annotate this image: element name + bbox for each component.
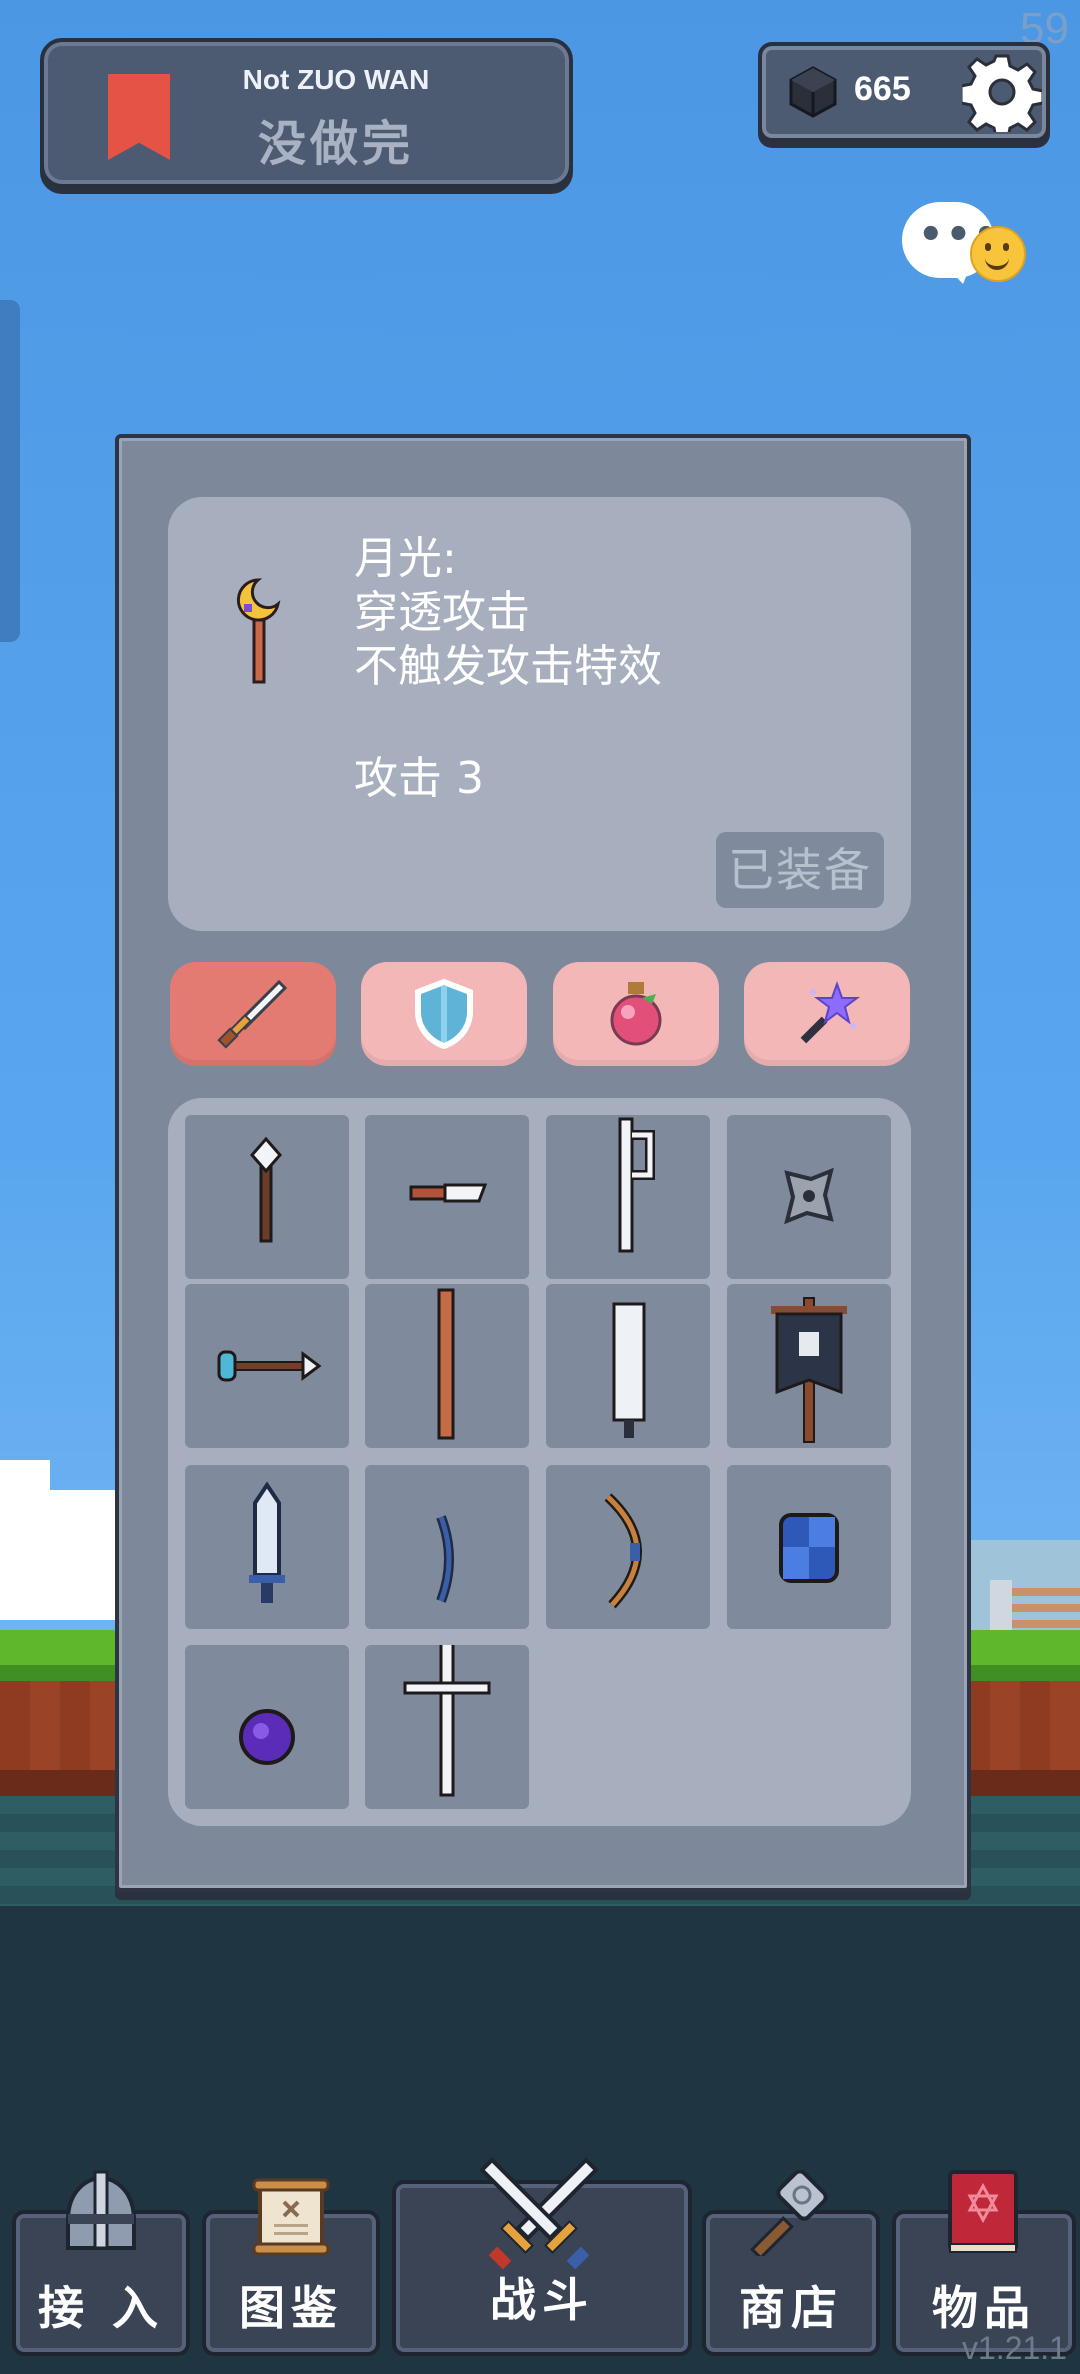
- nav-battle-button[interactable]: 战斗: [392, 2157, 692, 2356]
- level-title-en: Not ZUO WAN: [242, 64, 430, 95]
- item-attack-stat: 攻击 3: [354, 753, 484, 804]
- crossed-swords-icon: [479, 2157, 599, 2270]
- spellbook-icon: [948, 2170, 1018, 2253]
- nav-battle-label: 战斗: [490, 2273, 594, 2327]
- nav-codex-label: 图鉴: [239, 2281, 343, 2335]
- nav-shop-button[interactable]: 商店: [702, 2170, 880, 2356]
- purple-orb-icon: [239, 1709, 295, 1765]
- knife-icon: [409, 1183, 488, 1203]
- short-bow-icon: [436, 1515, 454, 1603]
- equipped-button[interactable]: 已装备: [716, 832, 884, 908]
- item-effect-2: 不触发攻击特效: [354, 641, 662, 692]
- moonlight-staff-icon: [236, 578, 281, 684]
- inventory-slot[interactable]: [365, 1284, 529, 1448]
- banner-icon: [771, 1297, 847, 1443]
- trident-icon: [618, 1117, 655, 1253]
- nav-join-button[interactable]: 接 入: [12, 2170, 190, 2356]
- tab-potions[interactable]: [553, 962, 719, 1066]
- inventory-slot[interactable]: [546, 1284, 710, 1448]
- inventory-slot[interactable]: [727, 1465, 891, 1629]
- tab-weapons[interactable]: [170, 962, 336, 1066]
- long-bow-icon: [604, 1493, 642, 1609]
- nav-shop-label: 商店: [739, 2281, 843, 2335]
- tab-magic[interactable]: [744, 962, 910, 1066]
- level-title-zh: 没做完: [257, 116, 414, 172]
- staff-icon: [437, 1288, 455, 1440]
- magic-wand-icon: [800, 981, 860, 1044]
- tab-armor[interactable]: [361, 962, 527, 1066]
- level-card[interactable]: Not ZUO WAN 没做完: [40, 38, 573, 188]
- inventory-slot[interactable]: [365, 1645, 529, 1809]
- scroll-icon: [252, 2178, 330, 2256]
- potion-icon: [610, 982, 662, 1046]
- nav-codex-button[interactable]: 图鉴: [202, 2178, 380, 2356]
- inventory-slot[interactable]: [185, 1115, 349, 1279]
- hammer-icon: [750, 2170, 828, 2256]
- gear-icon[interactable]: [962, 52, 1042, 132]
- gem-icon: [789, 66, 837, 118]
- greatsword-icon: [612, 1302, 646, 1438]
- shield-icon: [415, 978, 473, 1050]
- spear-icon: [250, 1136, 282, 1243]
- nav-join-label: 接 入: [37, 2281, 164, 2335]
- cross-icon: [403, 1645, 491, 1797]
- inventory-slot[interactable]: [546, 1115, 710, 1279]
- fence: [1012, 1588, 1080, 1628]
- item-effect-1: 穿透攻击: [354, 587, 530, 638]
- shuriken-icon: [784, 1167, 834, 1225]
- gem-count: 665: [854, 70, 911, 108]
- sword-icon: [217, 979, 288, 1049]
- arrow-icon: [217, 1350, 322, 1382]
- side-drawer-tab[interactable]: [0, 300, 20, 642]
- inventory-slot[interactable]: [546, 1465, 710, 1629]
- blue-shield-icon: [779, 1513, 839, 1583]
- crystal-sword-icon: [249, 1481, 285, 1603]
- bookmark-icon: [108, 74, 170, 160]
- item-name: 月光:: [354, 533, 457, 584]
- fence-post: [990, 1580, 1012, 1630]
- inventory-slot[interactable]: [365, 1115, 529, 1279]
- inventory-slot[interactable]: [727, 1115, 891, 1279]
- cloud: [0, 1460, 130, 1620]
- inventory-slot[interactable]: [185, 1645, 349, 1809]
- inventory-slot[interactable]: [727, 1284, 891, 1448]
- currency-card: 665: [758, 42, 1050, 142]
- version-label: v1.21.1: [962, 2330, 1067, 2366]
- inventory-slot[interactable]: [365, 1465, 529, 1629]
- knight-helmet-icon: [66, 2170, 136, 2250]
- smiley-icon: [970, 226, 1026, 282]
- inventory-slot[interactable]: [185, 1465, 349, 1629]
- nav-items-label: 物品: [932, 2281, 1036, 2335]
- inventory-slot[interactable]: [185, 1284, 349, 1448]
